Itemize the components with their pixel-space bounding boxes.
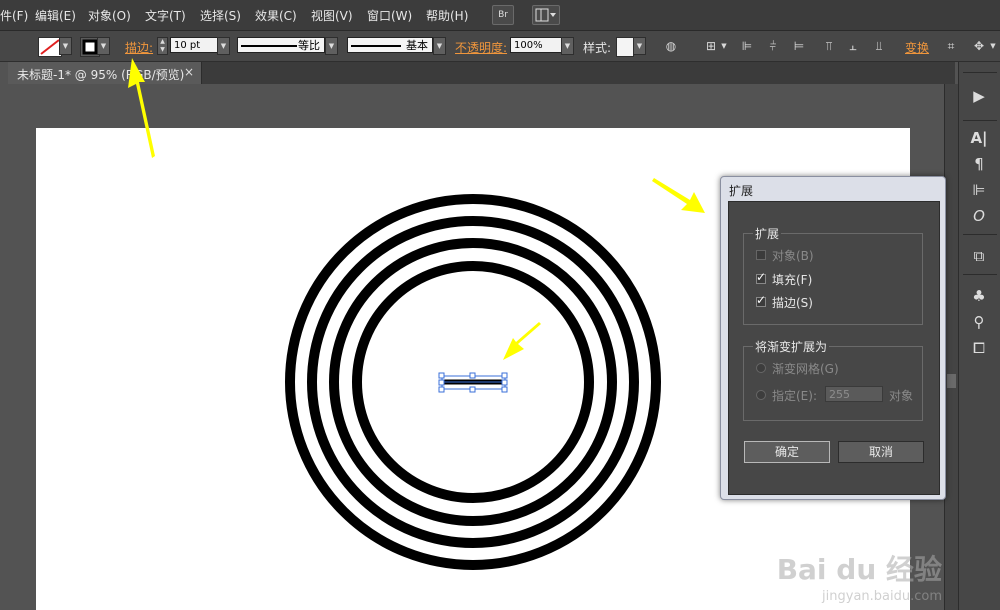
expand-group — [743, 233, 923, 325]
graphic-style-swatch[interactable] — [616, 37, 634, 57]
expand-dialog: 扩展 扩展 对象(B) 填充(F) 描边(S) 将渐变扩展为 渐变网格(G) 指… — [720, 176, 946, 500]
dialog-body: 扩展 对象(B) 填充(F) 描边(S) 将渐变扩展为 渐变网格(G) 指定(E… — [728, 201, 940, 495]
menu-select[interactable]: 选择(S) — [200, 7, 241, 24]
menu-help[interactable]: 帮助(H) — [426, 7, 468, 24]
brush-label: 基本 — [406, 39, 428, 52]
fill-label: 填充(F) — [772, 273, 813, 287]
vertical-scrollbar[interactable] — [944, 84, 959, 610]
isolate-icon[interactable]: ⌗ — [944, 39, 958, 53]
panel-options-dropdown-icon[interactable]: ▼ — [986, 39, 1000, 53]
panel-options-icon[interactable]: ✥ — [972, 39, 986, 53]
recolor-icon[interactable]: ◍ — [664, 39, 678, 53]
stroke-label[interactable]: 描边: — [125, 39, 153, 56]
document-tab-title: 未标题-1* @ 95% (RGB/预览) — [17, 68, 185, 82]
object-checkbox[interactable] — [756, 250, 766, 260]
align-bottom-icon[interactable]: ⫫ — [872, 39, 886, 53]
menu-bar: 件(F) 编辑(E) 对象(O) 文字(T) 选择(S) 效果(C) 视图(V)… — [0, 0, 1000, 31]
align-left-icon[interactable]: ⊫ — [740, 39, 754, 53]
brushes-panel-icon[interactable]: ⚲ — [969, 312, 989, 332]
scroll-thumb[interactable] — [947, 374, 956, 388]
opacity-dropdown[interactable]: ▼ — [561, 37, 574, 55]
symbols-panel-icon[interactable]: ♣ — [969, 286, 989, 306]
close-icon[interactable]: × — [184, 65, 194, 79]
none-swatch-icon — [40, 39, 60, 55]
transform-label[interactable]: 变换 — [905, 39, 929, 56]
expand-group-title: 扩展 — [753, 225, 782, 242]
variable-width-profile[interactable]: 等比 — [237, 37, 325, 53]
align-to-icon[interactable]: ⊞ — [704, 39, 718, 53]
style-label: 样式: — [583, 41, 612, 55]
align-hcenter-icon[interactable]: ⫩ — [766, 39, 780, 53]
brush-definition[interactable]: 基本 — [347, 37, 433, 53]
gradient-group-title: 将渐变扩展为 — [753, 338, 830, 355]
selected-line-object[interactable] — [438, 372, 508, 393]
graphic-style-dropdown[interactable]: ▼ — [633, 37, 646, 55]
play-action-icon[interactable]: ▶ — [969, 86, 989, 106]
profile-dropdown[interactable]: ▼ — [325, 37, 338, 55]
bridge-button[interactable]: Br — [492, 5, 514, 25]
align-right-icon[interactable]: ⊨ — [792, 39, 806, 53]
object-label: 对象(B) — [772, 249, 814, 263]
specify-objects-field[interactable]: 255 — [825, 386, 883, 402]
specify-unit: 对象 — [889, 389, 914, 403]
opacity-label[interactable]: 不透明度: — [455, 39, 507, 56]
align-to-dropdown-icon[interactable]: ▼ — [717, 39, 731, 53]
menu-view[interactable]: 视图(V) — [311, 7, 353, 24]
align-panel-icon[interactable]: ⊫ — [969, 180, 989, 200]
gradient-mesh-label: 渐变网格(G) — [772, 362, 839, 376]
brush-dropdown[interactable]: ▼ — [433, 37, 446, 55]
panel-dock: ▶ A| ¶ ⊫ O ⧉ ♣ ⚲ ⧠ — [958, 62, 1000, 610]
gradient-group — [743, 346, 923, 421]
control-bar: ▼ ▼ 描边: ▲ ▼ 10 pt ▼ 等比 ▼ 基本 ▼ 不透明度: 100% … — [0, 31, 1000, 62]
graphic-styles-panel-icon[interactable]: ⧠ — [969, 338, 989, 358]
layout-icon — [535, 8, 556, 22]
profile-label: 等比 — [298, 39, 320, 52]
cancel-button[interactable]: 取消 — [838, 441, 924, 463]
paragraph-panel-icon[interactable]: ¶ — [969, 154, 989, 174]
ok-button[interactable]: 确定 — [744, 441, 830, 463]
profile-line-icon — [241, 45, 297, 47]
character-panel-icon[interactable]: A| — [969, 128, 989, 148]
workspace-layout-button[interactable] — [532, 5, 560, 25]
fill-dropdown[interactable]: ▼ — [59, 37, 72, 55]
document-tab[interactable]: 未标题-1* @ 95% (RGB/预览) × — [8, 62, 202, 84]
fill-checkbox[interactable] — [756, 270, 766, 284]
menu-type[interactable]: 文字(T) — [145, 7, 186, 24]
opacity-field[interactable]: 100% — [510, 37, 562, 53]
menu-object[interactable]: 对象(O) — [88, 7, 131, 24]
dialog-title: 扩展 — [729, 184, 754, 198]
align-top-icon[interactable]: ⫪ — [822, 39, 836, 53]
opentype-panel-icon[interactable]: O — [969, 206, 989, 226]
align-vcenter-icon[interactable]: ⫠ — [846, 39, 860, 53]
stroke-label-option: 描边(S) — [772, 296, 813, 310]
baidu-watermark-url: jingyan.baidu.com — [822, 589, 942, 604]
gradient-mesh-radio[interactable] — [756, 363, 766, 373]
transparency-panel-icon[interactable]: ⧉ — [969, 246, 989, 266]
specify-radio[interactable] — [756, 390, 766, 400]
menu-edit[interactable]: 编辑(E) — [35, 7, 76, 24]
specify-label: 指定(E): — [772, 389, 817, 403]
brush-line-icon — [351, 45, 401, 47]
menu-effect[interactable]: 效果(C) — [255, 7, 297, 24]
stroke-weight-dropdown[interactable]: ▼ — [217, 37, 230, 55]
baidu-watermark: Bai du 经验 — [776, 553, 942, 586]
menu-file[interactable]: 件(F) — [0, 7, 28, 24]
stroke-weight-stepper[interactable]: ▲ ▼ — [157, 37, 168, 55]
stroke-weight-field[interactable]: 10 pt — [170, 37, 218, 53]
stroke-checkbox[interactable] — [756, 293, 766, 307]
menu-window[interactable]: 窗口(W) — [367, 7, 412, 24]
stroke-dropdown[interactable]: ▼ — [97, 37, 110, 55]
